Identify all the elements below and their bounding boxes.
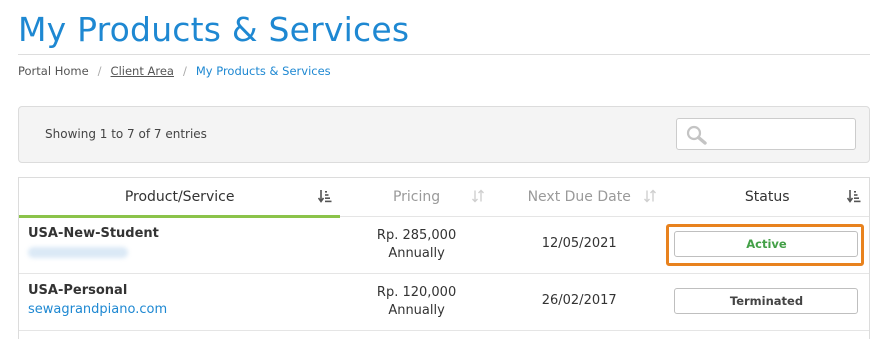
search-icon (686, 125, 707, 145)
sort-icon (644, 189, 657, 203)
sort-icon (471, 189, 484, 203)
products-table: Product/Service Pricing Next Due Date St… (18, 177, 870, 339)
title-divider (18, 54, 870, 55)
product-name: USA-Personal (28, 283, 128, 298)
product-name: USA-New-Student (28, 226, 159, 241)
search-input[interactable] (676, 118, 856, 150)
column-header-label: Pricing (392, 189, 441, 205)
due-date-cell: 26/02/2017 (541, 293, 617, 308)
column-header-pricing[interactable]: Pricing (340, 178, 493, 216)
status-badge-active[interactable]: Active (674, 231, 859, 257)
table-row[interactable]: USA-Personal sewagrandpiano.com Rp. 120,… (19, 274, 869, 331)
breadcrumb-client-area[interactable]: Client Area (111, 64, 174, 78)
table-header: Product/Service Pricing Next Due Date St… (19, 178, 869, 218)
status-cell: Terminated (665, 274, 869, 330)
column-header-product[interactable]: Product/Service (19, 178, 341, 218)
billing-cycle: Annually (388, 246, 445, 261)
page-title: My Products & Services (18, 10, 410, 49)
column-header-label: Next Due Date (527, 189, 631, 205)
breadcrumb-portal-home[interactable]: Portal Home (18, 64, 89, 78)
column-header-label: Status (744, 189, 790, 205)
table-filter-bar: Showing 1 to 7 of 7 entries (18, 106, 870, 163)
sort-desc-icon (318, 190, 332, 203)
redacted-domain (28, 247, 128, 258)
breadcrumb-current: My Products & Services (195, 64, 331, 78)
billing-cycle: Annually (388, 303, 445, 318)
column-header-next-due-date[interactable]: Next Due Date (493, 178, 666, 216)
pricing-cell: Rp. 285,000 Annually (340, 217, 493, 273)
column-header-label: Product/Service (124, 189, 235, 205)
product-cell: USA-Personal sewagrandpiano.com (19, 274, 340, 330)
breadcrumb-separator: / (97, 64, 102, 78)
entries-info: Showing 1 to 7 of 7 entries (45, 127, 207, 141)
price-amount: Rp. 285,000 (376, 228, 457, 243)
product-cell: USA-New-Student (19, 217, 340, 273)
status-badge-terminated[interactable]: Terminated (674, 288, 859, 314)
column-header-status[interactable]: Status (665, 178, 869, 216)
sort-desc-icon (847, 190, 861, 203)
breadcrumb-separator: / (182, 64, 187, 78)
due-date-cell: 12/05/2021 (541, 236, 617, 251)
breadcrumb: Portal Home / Client Area / My Products … (18, 64, 331, 78)
table-row[interactable]: USA-New-Student Rp. 285,000 Annually 12/… (19, 217, 869, 274)
status-cell: Active (665, 217, 869, 273)
pricing-cell: Rp. 120,000 Annually (340, 274, 493, 330)
price-amount: Rp. 120,000 (376, 285, 457, 300)
product-domain-link[interactable]: sewagrandpiano.com (28, 302, 340, 317)
